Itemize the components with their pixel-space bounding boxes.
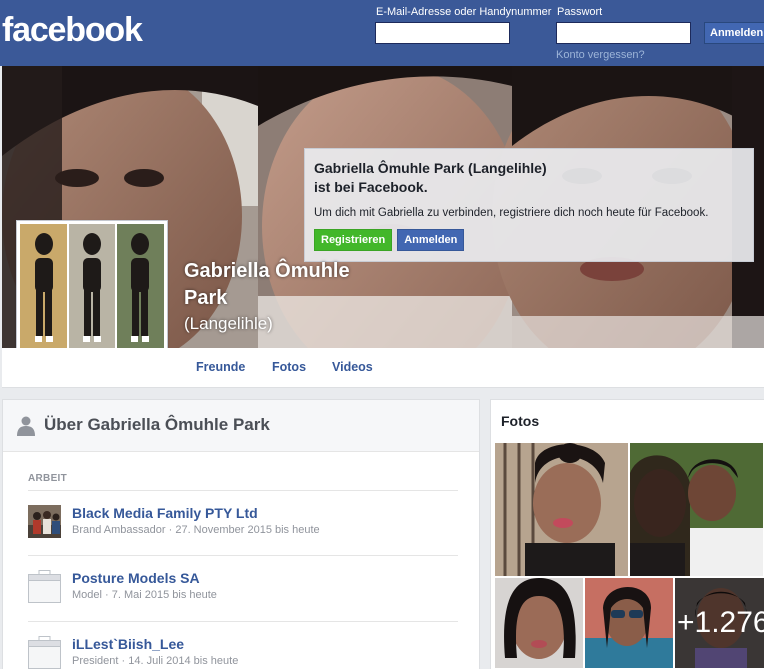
profile-nav: Freunde Fotos Videos: [2, 348, 764, 388]
email-field[interactable]: [375, 22, 510, 44]
signup-prompt: Gabriella Ômuhle Park (Langelihle) ist b…: [304, 148, 754, 262]
work-meta: Brand Ambassador · 27. November 2015 bis…: [72, 524, 320, 536]
photo-thumbnail[interactable]: [495, 443, 628, 576]
photo-thumbnail[interactable]: [585, 578, 673, 668]
work-item[interactable]: Black Media Family PTY Ltd Brand Ambassa…: [28, 491, 458, 547]
about-header: Über Gabriella Ômuhle Park: [3, 400, 479, 452]
company-photo[interactable]: [28, 505, 61, 538]
tab-friends[interactable]: Freunde: [196, 360, 245, 374]
password-field[interactable]: [556, 22, 691, 44]
photos-title[interactable]: Fotos: [501, 413, 539, 429]
forgot-account-link[interactable]: Konto vergessen?: [556, 49, 645, 61]
workplace-placeholder-icon: [28, 636, 61, 669]
signup-prompt-subtitle: ist bei Facebook.: [314, 179, 428, 195]
tab-videos[interactable]: Videos: [332, 360, 373, 374]
profile-name: Gabriella Ômuhle Park: [184, 260, 350, 309]
work-name[interactable]: Black Media Family PTY Ltd: [72, 505, 258, 521]
about-title: Über Gabriella Ômuhle Park: [44, 415, 270, 434]
work-section-label: ARBEIT: [28, 473, 68, 484]
profile-alternate-name: (Langelihle): [184, 314, 273, 333]
register-button[interactable]: Registrieren: [314, 229, 393, 251]
prompt-login-button[interactable]: Anmelden: [397, 229, 465, 251]
more-photos-count[interactable]: +1.276: [677, 606, 764, 640]
tab-photos[interactable]: Fotos: [272, 360, 306, 374]
photo-thumbnail[interactable]: [630, 443, 763, 576]
work-name[interactable]: Posture Models SA: [72, 570, 200, 586]
login-button[interactable]: Anmelden: [704, 22, 764, 44]
work-name[interactable]: iLLest`Biish_Lee: [72, 636, 184, 652]
photos-card: Fotos +1.276: [490, 399, 764, 669]
work-meta: Model · 7. Mai 2015 bis heute: [72, 589, 217, 601]
work-item[interactable]: Posture Models SA Model · 7. Mai 2015 bi…: [28, 555, 458, 611]
email-label: E-Mail-Adresse oder Handynummer: [376, 6, 552, 18]
work-meta: President · 14. Juli 2014 bis heute: [72, 655, 239, 667]
about-card: Über Gabriella Ômuhle Park ARBEIT Black …: [2, 399, 480, 669]
facebook-logo[interactable]: facebook: [2, 11, 143, 50]
signup-prompt-text: Um dich mit Gabriella zu verbinden, regi…: [314, 207, 709, 219]
work-item[interactable]: iLLest`Biish_Lee President · 14. Juli 20…: [28, 621, 458, 669]
password-label: Passwort: [557, 6, 603, 18]
top-bar: facebook E-Mail-Adresse oder Handynummer…: [0, 0, 764, 66]
workplace-placeholder-icon: [28, 570, 61, 603]
person-icon: [17, 416, 35, 436]
signup-prompt-title: Gabriella Ômuhle Park (Langelihle): [314, 160, 547, 176]
photo-thumbnail[interactable]: [495, 578, 583, 668]
profile-image: [20, 224, 164, 368]
